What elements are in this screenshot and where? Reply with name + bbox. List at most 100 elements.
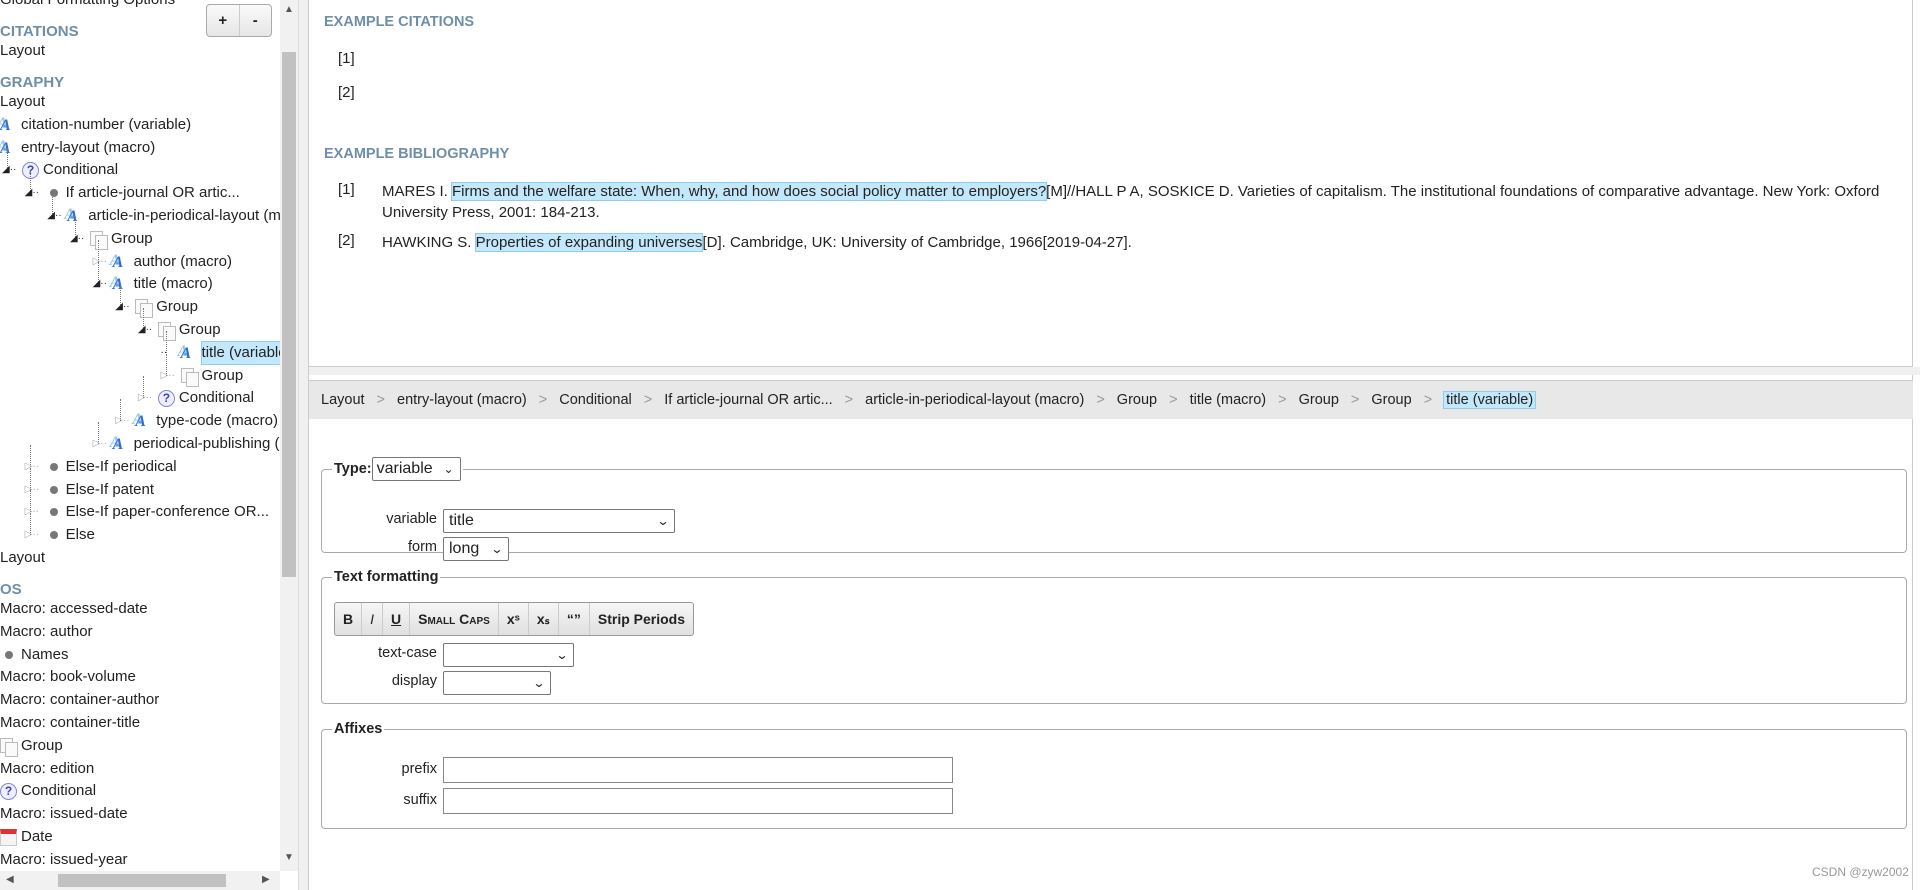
expand-node-icon[interactable]: ▷··: [93, 251, 113, 273]
breadcrumb-item[interactable]: Layout: [321, 392, 365, 408]
collapse-node-icon[interactable]: ◢··: [138, 319, 158, 341]
expand-node-icon[interactable]: ▷··: [93, 433, 113, 455]
node-editor: Layout > entry-layout (macro) > Conditional >…: [309, 375, 1913, 890]
breadcrumb-item[interactable]: Group: [1117, 392, 1157, 408]
breadcrumb-item[interactable]: Conditional: [559, 392, 632, 408]
collapse-node-icon[interactable]: ◢··: [93, 273, 113, 295]
tree-item-label: author (macro): [133, 252, 232, 270]
entry-author: HAWKING S.: [382, 234, 476, 251]
example-preview: EXAMPLE CITATIONS [1] [2] EXAMPLE BIBLIO…: [309, 0, 1913, 367]
zoom-buttons: + -: [206, 4, 272, 37]
entry-title[interactable]: Properties of expanding universes: [474, 233, 704, 252]
display-select[interactable]: ⌄: [443, 671, 551, 695]
text-case-select[interactable]: ⌄: [443, 643, 574, 667]
breadcrumb-item[interactable]: article-in-periodical-layout (macro): [865, 392, 1084, 408]
collapse-node-icon[interactable]: ◢··: [47, 205, 67, 227]
type-label: Type:: [334, 460, 372, 477]
entry-title[interactable]: Firms and the welfare state: When, why, …: [451, 182, 1048, 201]
macro-icon: A: [0, 116, 11, 134]
scroll-right-icon[interactable]: ▶: [262, 874, 270, 885]
tree-item-label: Macro: book-volume: [0, 668, 136, 686]
macro-icon: A: [135, 413, 146, 431]
form-select[interactable]: long ⌄: [443, 537, 509, 561]
strip-periods-button[interactable]: Strip Periods: [590, 603, 693, 635]
variable-label: variable: [386, 511, 437, 527]
watermark: CSDN @zyw2002: [1812, 865, 1909, 879]
tree-item-label: Macro: accessed-date: [0, 600, 148, 617]
tree-item-label: Macro: container-author: [0, 691, 160, 709]
type-select[interactable]: variable ⌄: [371, 457, 461, 481]
expand-node-icon[interactable]: ▷··: [25, 479, 45, 501]
expand-node-icon[interactable]: ▷··: [138, 387, 158, 409]
tree-item-label: Date: [21, 828, 53, 845]
tree-vertical-scroll-thumb[interactable]: [282, 52, 296, 577]
tree-item-label: Group: [178, 321, 221, 338]
suffix-label: suffix: [403, 792, 437, 808]
scroll-down-icon[interactable]: ▼: [284, 852, 294, 863]
tree-horizontal-scroll-thumb[interactable]: [58, 874, 226, 887]
breadcrumb-item[interactable]: If article-journal OR artic...: [664, 392, 832, 408]
breadcrumb-item[interactable]: Group: [1371, 392, 1411, 408]
macro-icon: A: [67, 208, 78, 225]
chevron-down-icon: ⌄: [490, 542, 504, 556]
superscript-button[interactable]: xˢ: [499, 603, 529, 635]
entry-number: [1]: [338, 181, 355, 198]
breadcrumb-separator: >: [1278, 392, 1287, 408]
variable-select[interactable]: title ⌄: [443, 509, 675, 533]
tree-item-label: Conditional: [21, 782, 97, 800]
horizontal-splitter[interactable]: [309, 367, 1920, 375]
breadcrumb-item[interactable]: title (macro): [1190, 392, 1267, 408]
display-label: display: [391, 673, 437, 689]
breadcrumb-item[interactable]: entry-layout (macro): [397, 392, 527, 408]
bold-button[interactable]: B: [335, 603, 363, 635]
quotes-button[interactable]: “”: [559, 603, 590, 635]
tree-item-label: Else: [65, 526, 95, 544]
panel-splitter[interactable]: [298, 0, 309, 890]
tree-item-label: Else-If paper-conference OR...: [65, 503, 270, 521]
tree-item-label: Else-If patent: [65, 480, 155, 498]
collapse-button[interactable]: -: [240, 5, 272, 36]
scroll-left-icon[interactable]: ◀: [6, 874, 14, 885]
macro-icon: A: [112, 253, 124, 271]
conditional-icon: ?: [157, 390, 175, 408]
expand-node-icon[interactable]: ▷··: [115, 410, 135, 432]
suffix-input[interactable]: [443, 788, 953, 814]
collapse-node-icon[interactable]: ◢··: [70, 228, 90, 250]
italic-button[interactable]: I: [362, 603, 384, 635]
expand-node-icon[interactable]: ▷··: [25, 524, 45, 546]
style-tree-panel: Global Formatting OptionsCITATIONSLayout…: [0, 0, 280, 871]
breadcrumb-separator: >: [844, 392, 854, 408]
small-caps-button[interactable]: Small Caps: [410, 603, 499, 635]
citation-item: [2]: [338, 84, 355, 101]
macro-icon: A: [112, 276, 124, 294]
scroll-up-icon[interactable]: ▲: [284, 4, 294, 15]
breadcrumb-item[interactable]: Group: [1299, 392, 1339, 408]
breadcrumb-item[interactable]: title (variable): [1443, 391, 1537, 409]
collapse-node-icon[interactable]: ◢··: [2, 159, 22, 181]
breadcrumb-separator: >: [1169, 392, 1178, 408]
tree-item-label: Macro: author: [0, 622, 93, 640]
underline-button[interactable]: U: [383, 603, 411, 635]
tree-item-label: Macro: container-title: [0, 714, 141, 731]
expand-node-icon[interactable]: ▷··: [25, 456, 45, 478]
tree-item-label: entry-layout (macro): [21, 138, 156, 156]
collapse-node-icon[interactable]: ◢··: [25, 182, 45, 204]
tree-item-label: title (macro): [133, 275, 213, 293]
breadcrumb: Layout > entry-layout (macro) > Conditional >…: [309, 380, 1913, 419]
expand-button[interactable]: +: [207, 5, 240, 36]
tree-item-label: Group: [156, 298, 198, 316]
affixes-fieldset: Affixes prefix suffix: [321, 721, 1907, 829]
tree-vertical-scrollbar[interactable]: ▲ ▼: [280, 0, 298, 871]
prefix-input[interactable]: [443, 757, 953, 783]
macro-icon: A: [180, 344, 192, 362]
subscript-button[interactable]: xₛ: [529, 603, 559, 635]
breadcrumb-separator: >: [538, 392, 548, 408]
expand-node-icon[interactable]: ▷··: [25, 501, 45, 523]
text-formatting-fieldset: Text formatting B I U Small Caps xˢ xₛ “…: [321, 569, 1907, 704]
bullet-icon: [49, 485, 58, 494]
tree-horizontal-scrollbar[interactable]: ◀ ▶: [0, 871, 280, 890]
bullet-icon: [5, 650, 13, 659]
expand-node-icon[interactable]: ▷··: [161, 365, 181, 387]
collapse-node-icon[interactable]: ◢··: [115, 296, 135, 318]
text-formatting-legend: Text formatting: [334, 569, 439, 585]
